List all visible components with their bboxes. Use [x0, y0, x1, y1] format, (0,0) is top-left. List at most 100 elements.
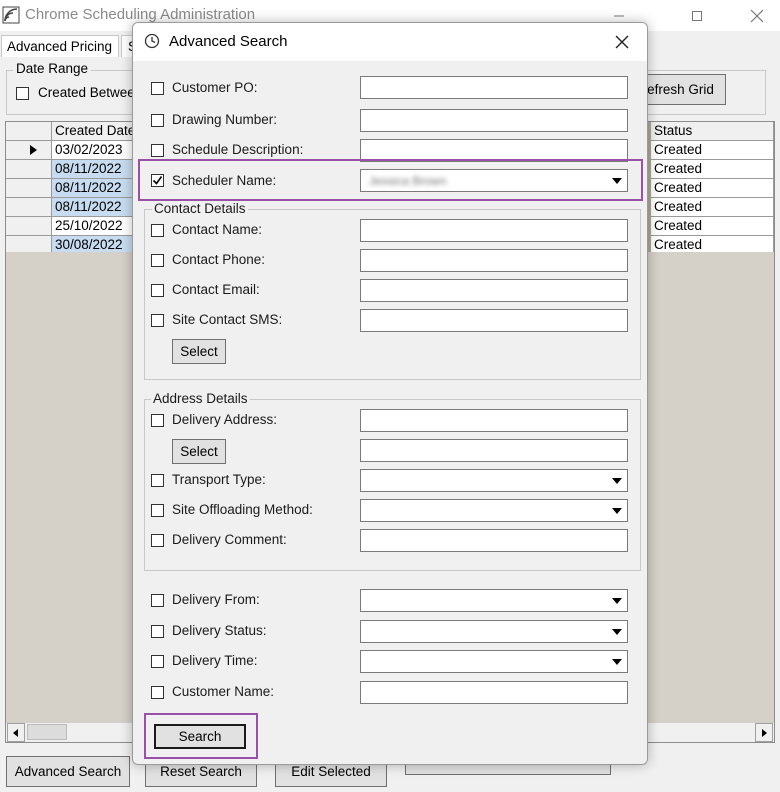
close-icon: [615, 35, 629, 49]
schedule-description-checkbox[interactable]: [151, 144, 164, 157]
table-row-status[interactable]: Created: [651, 160, 774, 179]
contact-email-input[interactable]: [360, 279, 628, 302]
scroll-right-button[interactable]: [755, 723, 773, 742]
clock-icon: [144, 33, 160, 49]
grid-row-selector[interactable]: [6, 141, 52, 160]
drawing-number-checkbox[interactable]: [151, 114, 164, 127]
scroll-thumb[interactable]: [27, 724, 67, 740]
contact-name-checkbox[interactable]: [151, 224, 164, 237]
advanced-search-button[interactable]: Advanced Search: [6, 756, 130, 787]
close-window-button[interactable]: [734, 0, 780, 31]
table-row-status[interactable]: Created: [651, 141, 774, 160]
delivery-comment-checkbox[interactable]: [151, 534, 164, 547]
delivery-from-dropdown[interactable]: [360, 589, 628, 612]
created-between-checkbox[interactable]: [16, 87, 29, 100]
grid-row-selector[interactable]: [6, 160, 52, 179]
site-contact-sms-checkbox[interactable]: [151, 314, 164, 327]
grid-header-created-date[interactable]: Created Date: [52, 122, 134, 141]
site-offloading-method-dropdown[interactable]: [360, 499, 628, 522]
tab-advanced-pricing[interactable]: Advanced Pricing: [1, 35, 119, 57]
address-details-legend: Address Details: [151, 391, 250, 406]
app-icon: [2, 6, 20, 24]
scheduler-name-value: Jessica Brown: [369, 174, 447, 188]
contact-name-label: Contact Name:: [172, 222, 263, 237]
table-row-created-date[interactable]: 08/11/2022: [52, 179, 134, 198]
scheduler-name-dropdown[interactable]: Jessica Brown: [360, 169, 628, 192]
grid-row-header-corner: [6, 122, 52, 141]
refresh-grid-button[interactable]: efresh Grid: [635, 74, 726, 105]
dropdown-arrow[interactable]: [608, 471, 626, 490]
table-row-created-date[interactable]: 03/02/2023: [52, 141, 134, 160]
transport-type-label: Transport Type:: [172, 472, 266, 487]
transport-type-checkbox[interactable]: [151, 474, 164, 487]
dropdown-arrow[interactable]: [608, 591, 626, 610]
transport-type-dropdown[interactable]: [360, 469, 628, 492]
customer-name-input[interactable]: [360, 681, 628, 704]
contact-email-label: Contact Email:: [172, 282, 260, 297]
contact-name-input[interactable]: [360, 219, 628, 242]
dropdown-arrow[interactable]: [608, 501, 626, 520]
contact-phone-label: Contact Phone:: [172, 252, 266, 267]
checkmark-icon: [152, 176, 163, 185]
delivery-address-line2-input[interactable]: [360, 439, 628, 462]
table-row-created-date[interactable]: 08/11/2022: [52, 160, 134, 179]
search-button[interactable]: Search: [154, 724, 246, 749]
contact-email-checkbox[interactable]: [151, 284, 164, 297]
scroll-left-button[interactable]: [7, 723, 25, 742]
site-offloading-method-checkbox[interactable]: [151, 504, 164, 517]
grid-row-selector[interactable]: [6, 217, 52, 236]
delivery-address-checkbox[interactable]: [151, 414, 164, 427]
table-row-status[interactable]: Created: [651, 179, 774, 198]
table-row-status[interactable]: Created: [651, 217, 774, 236]
delivery-from-checkbox[interactable]: [151, 594, 164, 607]
contact-select-button[interactable]: Select: [172, 339, 226, 364]
table-row-status[interactable]: Created: [651, 198, 774, 217]
contact-phone-checkbox[interactable]: [151, 254, 164, 267]
customer-po-label: Customer PO:: [172, 80, 258, 95]
delivery-comment-label: Delivery Comment:: [172, 532, 287, 547]
site-contact-sms-input[interactable]: [360, 309, 628, 332]
dropdown-arrow[interactable]: [608, 652, 626, 671]
chevron-down-icon: [612, 507, 622, 514]
dialog-close-button[interactable]: [608, 29, 636, 55]
chevron-down-icon: [612, 477, 622, 484]
site-offloading-method-label: Site Offloading Method:: [172, 502, 313, 517]
maximize-icon: [692, 10, 702, 21]
date-range-legend: Date Range: [13, 61, 92, 76]
delivery-status-checkbox[interactable]: [151, 625, 164, 638]
contact-phone-input[interactable]: [360, 249, 628, 272]
drawing-number-label: Drawing Number:: [172, 112, 278, 127]
address-select-button[interactable]: Select: [172, 439, 226, 464]
customer-po-input[interactable]: [360, 76, 628, 99]
scheduler-name-label: Scheduler Name:: [172, 173, 277, 188]
close-icon: [750, 9, 764, 22]
customer-name-label: Customer Name:: [172, 684, 275, 699]
customer-po-checkbox[interactable]: [151, 82, 164, 95]
dialog-title: Advanced Search: [169, 33, 288, 50]
contact-details-legend: Contact Details: [152, 201, 248, 216]
schedule-description-label: Schedule Description:: [172, 142, 304, 157]
window-title: Chrome Scheduling Administration: [25, 6, 256, 23]
dropdown-arrow[interactable]: [608, 622, 626, 641]
delivery-status-dropdown[interactable]: [360, 620, 628, 643]
grid-header-status[interactable]: Status: [651, 122, 774, 141]
delivery-comment-input[interactable]: [360, 529, 628, 552]
chevron-down-icon: [612, 597, 622, 604]
delivery-from-label: Delivery From:: [172, 592, 260, 607]
table-row-created-date[interactable]: 08/11/2022: [52, 198, 134, 217]
advanced-search-dialog: Advanced Search Customer PO: Drawing Num…: [132, 22, 648, 765]
grid-row-selector[interactable]: [6, 179, 52, 198]
arrow-right-icon: [762, 728, 767, 737]
arrow-left-icon: [13, 728, 18, 737]
drawing-number-input[interactable]: [360, 109, 628, 132]
delivery-address-input[interactable]: [360, 409, 628, 432]
delivery-time-label: Delivery Time:: [172, 653, 258, 668]
grid-row-selector[interactable]: [6, 198, 52, 217]
table-row-created-date[interactable]: 25/10/2022: [52, 217, 134, 236]
dropdown-arrow[interactable]: [608, 171, 626, 190]
maximize-button[interactable]: [674, 0, 720, 31]
scheduler-name-checkbox[interactable]: [151, 174, 164, 187]
delivery-time-checkbox[interactable]: [151, 655, 164, 668]
delivery-time-dropdown[interactable]: [360, 650, 628, 673]
customer-name-checkbox[interactable]: [151, 686, 164, 699]
